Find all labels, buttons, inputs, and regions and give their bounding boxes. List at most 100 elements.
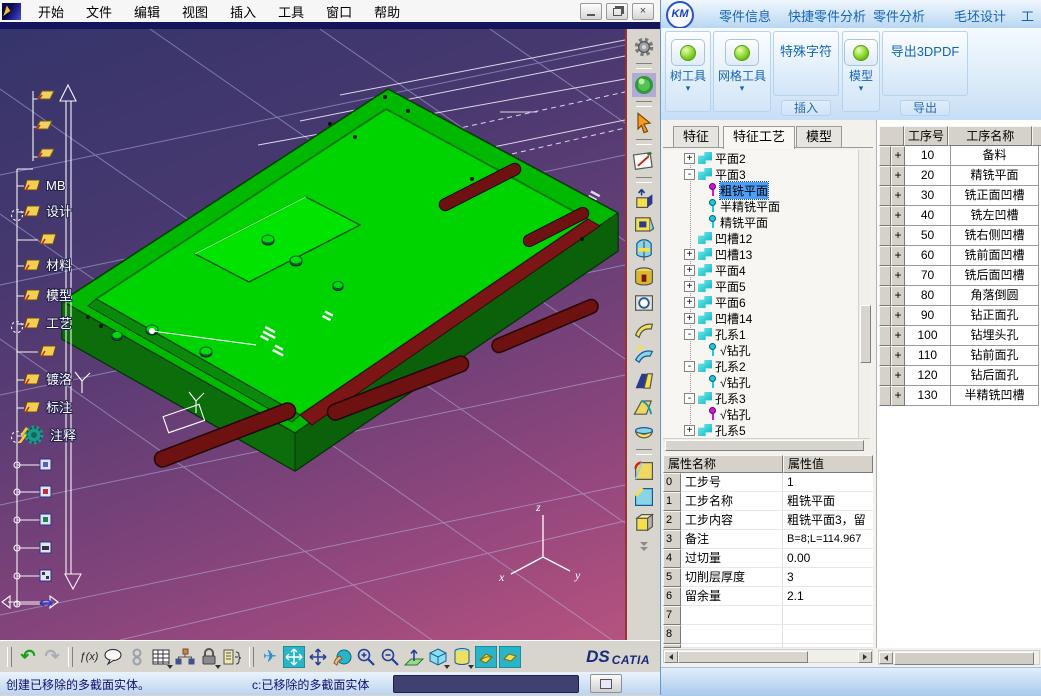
row-selector[interactable] — [879, 366, 891, 386]
menu-start[interactable]: 开始 — [27, 0, 75, 23]
process-row[interactable]: +130半精铣凹槽 — [879, 386, 1041, 406]
tree-vertical-scrollbar[interactable] — [858, 150, 870, 438]
prop-value[interactable]: 1 — [783, 473, 873, 492]
scrollbar-thumb[interactable] — [860, 305, 871, 363]
restore-button[interactable] — [606, 3, 628, 20]
rib-icon[interactable] — [632, 317, 656, 341]
tab-blank-design[interactable]: 毛坯设计 — [954, 6, 1006, 25]
more-tools-chevron-icon[interactable] — [640, 542, 648, 551]
tree-node[interactable]: 粗铣平面 — [663, 182, 858, 198]
3d-viewport[interactable]: MB 设计 材料 模型 工艺 镀洛 标注 注释 z x y — [0, 29, 625, 640]
pad-icon[interactable] — [632, 187, 656, 211]
process-row[interactable]: +60铣前面凹槽 — [879, 246, 1041, 266]
property-row[interactable]: 7 — [663, 606, 873, 625]
model-button[interactable]: 模型 ▾ — [842, 31, 880, 112]
fly-mode-button[interactable]: ✈ — [258, 644, 282, 670]
property-row[interactable]: 8 — [663, 625, 873, 644]
row-expander[interactable]: + — [891, 346, 905, 366]
comment-button[interactable] — [101, 644, 125, 670]
tree-node[interactable]: 凹槽12 — [663, 230, 858, 246]
expander[interactable]: + — [684, 265, 695, 276]
tree-scroll-down-arrow[interactable] — [65, 574, 81, 589]
special-chars-button[interactable]: 特殊字符 — [773, 31, 839, 96]
row-selector[interactable] — [879, 386, 891, 406]
tree-horizontal-scrollbar[interactable] — [663, 438, 870, 451]
property-row[interactable]: 6留余量2.1 — [663, 587, 873, 606]
loft-icon[interactable] — [632, 369, 656, 393]
property-row[interactable]: 4过切量0.00 — [663, 549, 873, 568]
property-row[interactable]: 1工步名称粗铣平面 — [663, 492, 873, 511]
prop-value[interactable]: 0.00 — [783, 549, 873, 568]
tab-quick-analysis[interactable]: 快捷零件分析 — [788, 6, 866, 25]
tree-node[interactable]: -孔系1 — [663, 326, 858, 342]
tab-partial[interactable]: 工 — [1021, 6, 1034, 25]
prop-value[interactable]: 3 — [783, 568, 873, 587]
draft-angle-icon[interactable] — [632, 395, 656, 419]
row-expander[interactable]: + — [891, 306, 905, 326]
menu-insert[interactable]: 插入 — [219, 0, 267, 23]
toolbar-drag-handle[interactable] — [68, 647, 73, 667]
spec-node-design[interactable]: 设计 — [46, 204, 72, 219]
cad-model[interactable] — [62, 89, 618, 471]
tree-node[interactable]: 半精铣平面 — [663, 198, 858, 214]
row-expander[interactable]: + — [891, 166, 905, 186]
prop-value[interactable] — [783, 606, 873, 625]
constraint-button[interactable] — [125, 644, 149, 670]
scroll-right-arrow[interactable] — [858, 651, 872, 663]
pocket-icon[interactable] — [632, 213, 656, 237]
prop-value[interactable]: 粗铣平面3，留 — [783, 511, 873, 530]
menu-file[interactable]: 文件 — [75, 0, 123, 23]
tree-node[interactable]: +平面2 — [663, 150, 858, 166]
table-button[interactable] — [149, 644, 173, 670]
grid-tools-button[interactable]: 网格工具 ▾ — [713, 31, 771, 112]
row-expander[interactable]: + — [891, 386, 905, 406]
pan-button[interactable] — [306, 644, 330, 670]
tree-node[interactable]: +平面4 — [663, 262, 858, 278]
property-row[interactable]: 0工步号1 — [663, 473, 873, 492]
row-selector[interactable] — [879, 246, 891, 266]
process-row[interactable]: +80角落倒圆 — [879, 286, 1041, 306]
zoom-in-button[interactable] — [354, 644, 378, 670]
spec-node-material[interactable]: 材料 — [46, 258, 72, 273]
tree-node[interactable]: 精铣平面 — [663, 214, 858, 230]
tree-node[interactable]: √钻孔 — [663, 342, 858, 358]
row-expander[interactable]: + — [891, 286, 905, 306]
spec-node-process[interactable]: 工艺 — [46, 316, 72, 331]
expander[interactable]: + — [684, 249, 695, 260]
toolbar-drag-handle[interactable] — [249, 647, 254, 667]
fillet-icon[interactable] — [632, 459, 656, 483]
structure-button[interactable] — [173, 644, 197, 670]
process-row[interactable]: +70铣后面凹槽 — [879, 266, 1041, 286]
prop-value[interactable]: 粗铣平面 — [783, 492, 873, 511]
sketch-icon[interactable] — [632, 149, 656, 173]
status-tool-button[interactable] — [590, 674, 622, 693]
expander[interactable]: + — [684, 425, 695, 436]
row-expander[interactable]: + — [891, 186, 905, 206]
process-row[interactable]: +90钻正面孔 — [879, 306, 1041, 326]
undo-button[interactable]: ↶ — [16, 644, 40, 670]
slot-icon[interactable] — [632, 343, 656, 367]
tree-node[interactable]: -平面3 — [663, 166, 858, 182]
menu-tools[interactable]: 工具 — [267, 0, 315, 23]
chamfer-icon[interactable] — [632, 485, 656, 509]
table-horizontal-scrollbar[interactable] — [878, 650, 1040, 665]
zoom-out-button[interactable] — [378, 644, 402, 670]
scrollbar-thumb[interactable] — [665, 440, 864, 451]
scale-box-icon[interactable] — [632, 511, 656, 535]
row-selector[interactable] — [879, 206, 891, 226]
row-selector[interactable] — [879, 326, 891, 346]
tree-node[interactable]: √钻孔 — [663, 374, 858, 390]
tab-part-info[interactable]: 零件信息 — [719, 6, 771, 25]
row-expander[interactable]: + — [891, 326, 905, 346]
knowledge-sphere-icon[interactable] — [632, 73, 656, 97]
command-input[interactable] — [393, 675, 579, 693]
close-button[interactable]: × — [632, 3, 654, 20]
redo-button[interactable]: ↷ — [40, 644, 64, 670]
process-row[interactable]: +40铣左凹槽 — [879, 206, 1041, 226]
toolbar-drag-handle[interactable] — [7, 647, 12, 667]
menu-edit[interactable]: 编辑 — [123, 0, 171, 23]
spec-node-annotation[interactable]: 注释 — [50, 428, 76, 443]
process-row[interactable]: +20精铣平面 — [879, 166, 1041, 186]
normal-view-button[interactable] — [402, 644, 426, 670]
select-arrow-icon[interactable] — [632, 111, 656, 135]
